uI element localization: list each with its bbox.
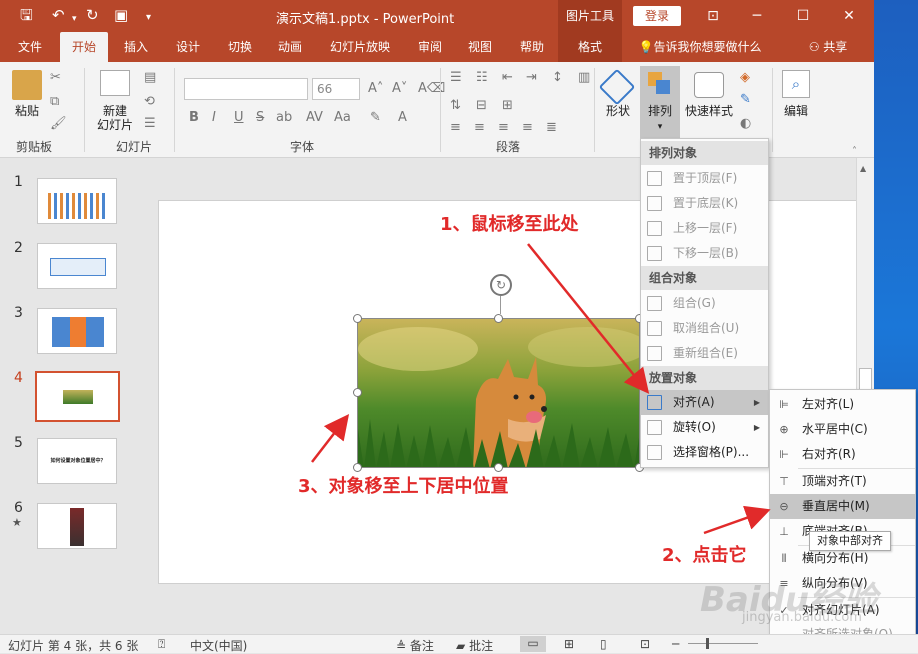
normal-view-button[interactable]: ▭ — [520, 636, 546, 652]
comment-icon: ▰ — [456, 639, 466, 653]
zoom-slider[interactable] — [688, 643, 758, 644]
arrow-to-middle — [703, 505, 771, 535]
baidu-watermark-url: jingyan.baidu.com — [742, 610, 862, 625]
status-bar: 幻灯片 第 4 张，共 6 张 ⍰ 中文(中国) ≜ 备注 ▰ 批注 ▭ ⊞ ▯… — [0, 634, 918, 653]
normal-view-icon: ▭ — [527, 636, 539, 650]
zoom-out-icon[interactable]: ─ — [672, 637, 679, 651]
arrow-to-photo — [311, 414, 350, 463]
reading-view-icon[interactable]: ▯ — [600, 637, 607, 651]
accessibility-icon[interactable]: ⍰ — [158, 637, 165, 652]
zoom-slider-thumb[interactable] — [706, 638, 709, 649]
language[interactable]: 中文(中国) — [190, 637, 247, 654]
annotation-arrows — [311, 243, 771, 535]
notes-button[interactable]: ≜ 备注 — [396, 637, 434, 654]
sorter-view-icon[interactable]: ⊞ — [564, 637, 574, 651]
notes-icon: ≜ — [396, 639, 407, 653]
slide-count: 幻灯片 第 4 张，共 6 张 — [8, 639, 139, 653]
arrow-to-align — [527, 243, 650, 394]
comments-button[interactable]: ▰ 批注 — [456, 637, 493, 654]
slideshow-view-icon[interactable]: ⊡ — [640, 637, 650, 651]
